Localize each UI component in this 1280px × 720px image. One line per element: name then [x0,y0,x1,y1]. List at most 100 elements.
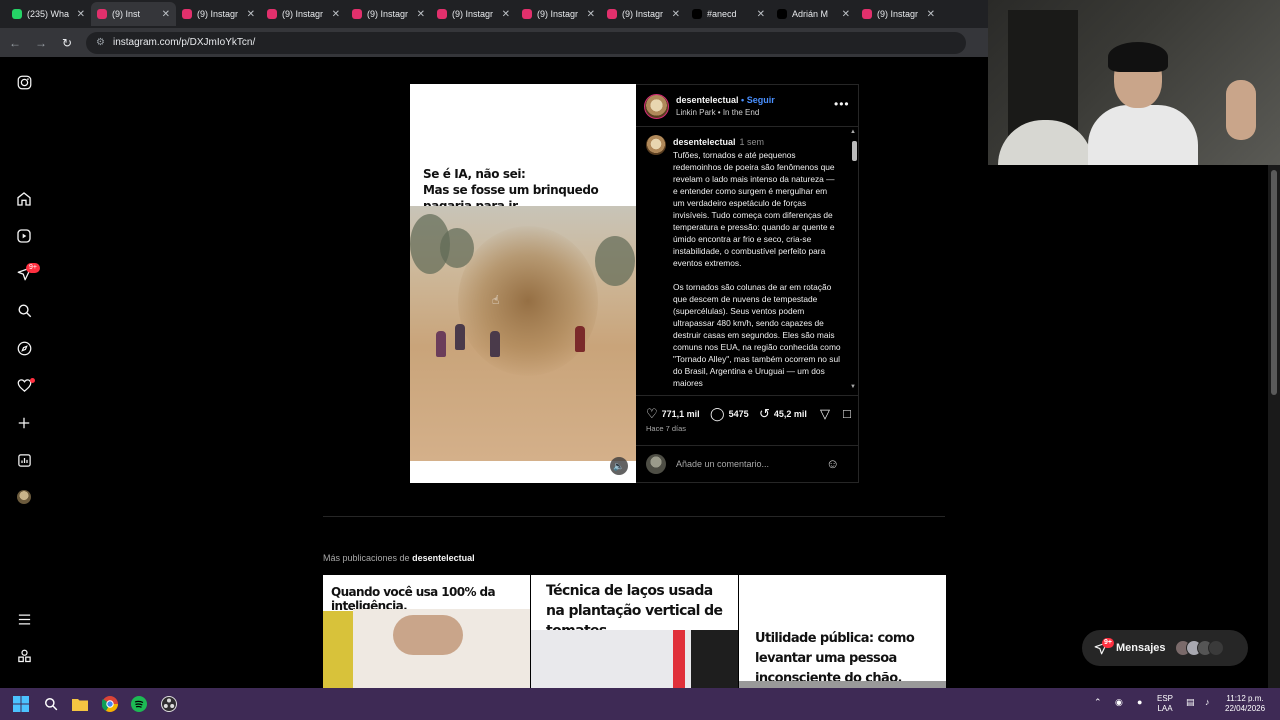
more-posts-heading: Más publicaciones de desentelectual [323,553,475,563]
page-scrollbar-thumb[interactable] [1271,170,1277,395]
author-avatar[interactable] [644,94,669,119]
chrome-icon[interactable] [101,695,119,713]
language-indicator[interactable]: ESP LAA [1157,694,1173,714]
tab-label: Adrián M [792,9,829,19]
volume-icon[interactable]: ♪ [1205,697,1210,707]
wifi-icon[interactable]: ▤ [1186,697,1195,707]
tab-label: (235) Wha [27,9,70,19]
section-divider [323,516,945,517]
browser-tab[interactable]: (9) Instagr ✕ [261,2,346,26]
scroll-up-arrow-icon[interactable]: ▲ [850,129,856,135]
emoji-icon[interactable]: ☺ [826,456,839,471]
forward-icon[interactable]: → [34,36,48,50]
tab-favicon-icon [692,9,702,19]
share-button[interactable]: ▽ [820,406,830,422]
profile-avatar[interactable] [17,490,31,504]
taskbar-search-icon[interactable] [42,695,60,713]
screen: (235) Wha ✕ (9) Inst ✕ (9) Instagr ✕ (9) Insta… [0,0,1280,720]
tab-close-icon[interactable]: ✕ [842,9,850,20]
mute-toggle-icon[interactable]: 🔈 [610,457,628,475]
post-media[interactable]: Se é IA, não sei: Mas se fosse um brinqu… [410,84,636,483]
address-bar[interactable]: ⚙ instagram.com/p/DXJmIoYkTcn/ [86,31,966,54]
back-icon[interactable]: ← [8,36,22,50]
tab-close-icon[interactable]: ✕ [757,9,765,20]
microphone-icon[interactable]: ● [1137,697,1142,707]
repost-icon: ↺ [759,406,770,421]
browser-tab[interactable]: (9) Instagr ✕ [601,2,686,26]
create-plus-icon[interactable] [14,413,34,433]
windows-start-icon[interactable] [12,695,30,713]
tab-close-icon[interactable]: ✕ [417,9,425,20]
browser-tab[interactable]: (9) Instagr ✕ [516,2,601,26]
tab-close-icon[interactable]: ✕ [332,9,340,20]
tab-close-icon[interactable]: ✕ [162,9,170,20]
menu-icon[interactable] [14,609,34,629]
browser-tab[interactable]: #anecd ✕ [686,2,771,26]
more-post-thumb-3[interactable]: Utilidade pública: como levantar uma pes… [739,575,946,688]
post-video[interactable] [410,206,636,461]
dashboard-icon[interactable] [14,450,34,470]
tab-close-icon[interactable]: ✕ [247,9,255,20]
browser-tab[interactable]: (9) Instagr ✕ [176,2,261,26]
tab-label: (9) Instagr [537,9,579,19]
scroll-down-arrow-icon[interactable]: ▼ [850,384,856,390]
tab-close-icon[interactable]: ✕ [77,9,85,20]
site-info-icon[interactable]: ⚙ [96,37,105,48]
tab-label: (9) Instagr [877,9,919,19]
comments-pane[interactable]: desentelectual 1 sem Tufões, tornados e a… [636,128,858,394]
search-icon[interactable] [14,300,34,320]
mouse-cursor: ☝ [492,293,500,307]
tab-favicon-icon [607,9,617,19]
tab-close-icon[interactable]: ✕ [502,9,510,20]
messages-button[interactable]: 9+ Mensajes [1082,630,1248,666]
repost-button[interactable]: ↺ 45,2 mil [759,406,807,422]
save-button[interactable]: □ [843,406,851,421]
reels-icon[interactable] [14,226,34,246]
like-button[interactable]: ♡ 771,1 mil [646,406,700,422]
file-explorer-icon[interactable] [71,695,89,713]
instagram-logo-icon[interactable] [14,72,34,92]
spotify-icon[interactable] [130,695,148,713]
audio-attribution[interactable]: Linkin Park • In the End [676,108,759,117]
author-username[interactable]: desentelectual [676,95,739,105]
clock[interactable]: 11:12 p.m. 22/04/2026 [1225,694,1265,714]
windows-taskbar [0,688,1280,720]
browser-tab[interactable]: (9) Instagr ✕ [856,2,941,26]
browser-tabbar: (235) Wha ✕ (9) Inst ✕ (9) Instagr ✕ (9) Insta… [0,0,988,28]
browser-tab[interactable]: (235) Wha ✕ [6,2,91,26]
more-post-thumb-2[interactable]: Técnica de laços usada na plantação vert… [531,575,738,688]
tab-close-icon[interactable]: ✕ [927,9,935,20]
browser-tab[interactable]: Adrián M ✕ [771,2,856,26]
more-options-icon[interactable]: ••• [834,97,850,111]
tab-close-icon[interactable]: ✕ [672,9,680,20]
tray-overflow-icon[interactable]: ⌃ [1094,697,1102,707]
obs-icon[interactable] [160,695,178,713]
tab-favicon-icon [12,9,22,19]
caption-author-avatar[interactable] [646,135,666,155]
browser-tab[interactable]: (9) Instagr ✕ [431,2,516,26]
network-icon[interactable]: ◉ [1115,697,1123,707]
tab-close-icon[interactable]: ✕ [587,9,595,20]
home-icon[interactable] [14,189,34,209]
explore-icon[interactable] [14,338,34,358]
tab-favicon-icon [97,9,107,19]
tab-label: (9) Instagr [282,9,324,19]
browser-tab[interactable]: (9) Inst ✕ [91,2,176,26]
also-from-meta-icon[interactable] [14,646,34,666]
comment-button[interactable]: ◯ 5475 [710,406,749,422]
caption-username[interactable]: desentelectual [673,137,736,147]
language-line2: LAA [1157,704,1173,713]
reload-icon[interactable]: ↻ [60,36,74,50]
messages-badge: 9+ [1102,638,1114,648]
follow-button[interactable]: Seguir [747,95,775,105]
browser-tab[interactable]: (9) Instagr ✕ [346,2,431,26]
language-line1: ESP [1157,694,1174,703]
comments-count: 5475 [728,409,749,419]
caption-time: 1 sem [739,137,765,147]
comment-input[interactable]: Añade un comentario... [676,459,769,469]
reposts-count: 45,2 mil [773,409,807,419]
more-posts-user[interactable]: desentelectual [412,553,475,563]
comments-scrollbar-thumb[interactable] [852,141,857,161]
more-post-thumb-1[interactable]: Quando você usa 100% da inteligência. [323,575,530,688]
tab-favicon-icon [352,9,362,19]
